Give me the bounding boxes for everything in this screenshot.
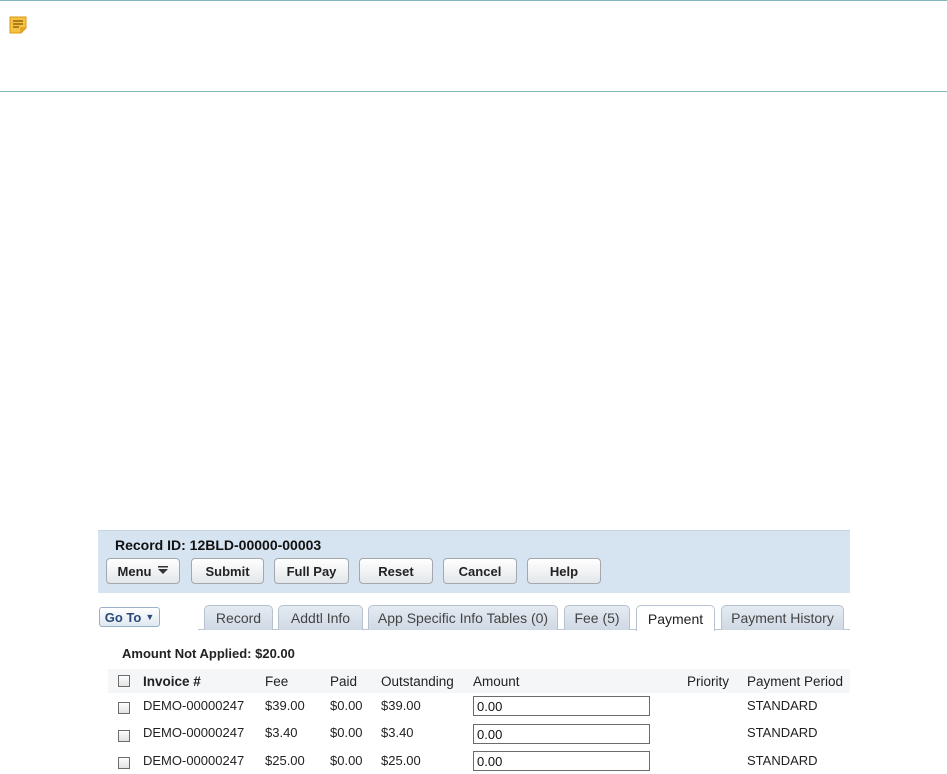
select-all-checkbox[interactable] xyxy=(118,675,130,687)
caret-down-icon: ▼ xyxy=(145,612,155,622)
goto-dropdown[interactable]: Go To ▼ xyxy=(99,607,160,627)
goto-label: Go To xyxy=(104,609,142,625)
record-id-title: Record ID: 12BLD-00000-00003 xyxy=(115,537,322,553)
column-header-priority: Priority xyxy=(687,674,730,689)
fee-value: $3.40 xyxy=(265,725,298,740)
paid-value: $0.00 xyxy=(330,725,363,740)
column-header-payment-period: Payment Period xyxy=(747,674,844,689)
cancel-button[interactable]: Cancel xyxy=(443,558,517,584)
tab-payment-history[interactable]: Payment History xyxy=(721,605,844,630)
menu-button[interactable]: Menu xyxy=(106,558,180,584)
fee-value: $39.00 xyxy=(265,698,305,713)
column-header-invoice: Invoice # xyxy=(143,674,201,689)
amount-input[interactable] xyxy=(473,724,650,744)
full-pay-button[interactable]: Full Pay xyxy=(274,558,349,584)
tab-payment[interactable]: Payment xyxy=(636,605,715,631)
row-checkbox[interactable] xyxy=(118,702,130,714)
paid-value: $0.00 xyxy=(330,753,363,768)
tab-app-specific-info-tables[interactable]: App Specific Info Tables (0) xyxy=(368,605,558,630)
column-header-outstanding: Outstanding xyxy=(381,674,454,689)
note-icon xyxy=(8,15,28,35)
amount-input[interactable] xyxy=(473,696,650,716)
caret-down-icon xyxy=(158,565,169,578)
submit-button[interactable]: Submit xyxy=(191,558,264,584)
payment-panel: Record ID: 12BLD-00000-00003 Menu Submit… xyxy=(98,530,850,774)
outstanding-value: $39.00 xyxy=(381,698,421,713)
row-checkbox[interactable] xyxy=(118,757,130,769)
menu-button-label: Menu xyxy=(117,563,152,579)
fee-value: $25.00 xyxy=(265,753,305,768)
amount-input[interactable] xyxy=(473,751,650,771)
payment-period-value: STANDARD xyxy=(747,725,818,740)
payment-period-value: STANDARD xyxy=(747,753,818,768)
outstanding-value: $3.40 xyxy=(381,725,414,740)
record-header: Record ID: 12BLD-00000-00003 Menu Submit… xyxy=(98,530,850,593)
column-header-fee: Fee xyxy=(265,674,289,689)
amount-not-applied: Amount Not Applied: $20.00 xyxy=(122,646,295,661)
invoice-number: DEMO-00000247 xyxy=(143,753,245,768)
payment-period-value: STANDARD xyxy=(747,698,818,713)
invoice-number: DEMO-00000247 xyxy=(143,725,245,740)
column-header-paid: Paid xyxy=(330,674,358,689)
notice-bar xyxy=(0,0,947,92)
paid-value: $0.00 xyxy=(330,698,363,713)
outstanding-value: $25.00 xyxy=(381,753,421,768)
tab-record[interactable]: Record xyxy=(204,605,273,630)
reset-button[interactable]: Reset xyxy=(359,558,433,584)
column-header-amount: Amount xyxy=(473,674,520,689)
row-checkbox[interactable] xyxy=(118,730,130,742)
invoice-number: DEMO-00000247 xyxy=(143,698,245,713)
tab-fee[interactable]: Fee (5) xyxy=(564,605,630,630)
tab-addtl-info[interactable]: Addtl Info xyxy=(278,605,363,630)
help-button[interactable]: Help xyxy=(527,558,601,584)
